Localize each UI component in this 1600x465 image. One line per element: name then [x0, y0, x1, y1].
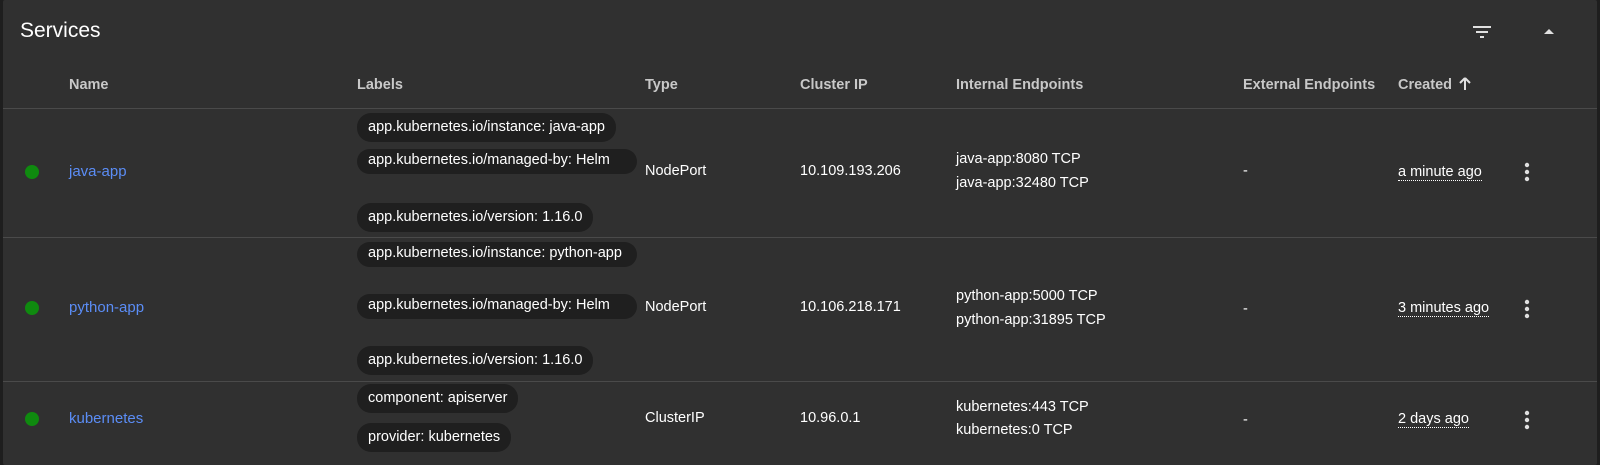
internal-endpoint: python-app:31895 TCP — [956, 312, 1106, 328]
card-title: Services — [20, 19, 101, 42]
arrow-up-icon[interactable] — [1459, 77, 1471, 95]
service-name-link[interactable]: kubernetes — [69, 410, 143, 427]
column-header-internal-endpoints: Internal Endpoints — [956, 77, 1084, 93]
label-chip: app.kubernetes.io/managed-by: Helm — [357, 294, 637, 319]
label-chip: app.kubernetes.io/version: 1.16.0 — [357, 203, 594, 232]
more-vert-icon[interactable] — [1515, 408, 1539, 432]
created-age: a minute ago — [1398, 164, 1482, 181]
service-type: ClusterIP — [645, 410, 705, 426]
card-header: Services — [3, 0, 1597, 64]
label-chip: component: apiserver — [357, 384, 519, 413]
external-endpoints: - — [1243, 412, 1248, 428]
internal-endpoint: kubernetes:0 TCP — [956, 422, 1073, 438]
cluster-ip: 10.96.0.1 — [800, 410, 861, 426]
filter-icon[interactable] — [1470, 20, 1494, 44]
created-age: 3 minutes ago — [1398, 300, 1490, 317]
internal-endpoint: java-app:8080 TCP — [956, 151, 1081, 167]
column-header-external-endpoints: External Endpoints — [1243, 77, 1376, 93]
label-chip: app.kubernetes.io/managed-by: Helm — [357, 149, 637, 174]
table-header-row: Name Labels Type Cluster IP Internal End… — [3, 64, 1597, 109]
service-type: NodePort — [645, 299, 707, 315]
external-endpoints: - — [1243, 301, 1248, 317]
status-ok-icon — [25, 412, 39, 426]
label-chip: provider: kubernetes — [357, 423, 512, 452]
label-chip: app.kubernetes.io/instance: java-app — [357, 113, 616, 142]
status-ok-icon — [25, 301, 39, 315]
column-header-type: Type — [645, 77, 678, 93]
table-row: java-app app.kubernetes.io/instance: jav… — [3, 109, 1597, 238]
created-age: 2 days ago — [1398, 411, 1469, 428]
internal-endpoint: python-app:5000 TCP — [956, 288, 1098, 304]
label-chip: app.kubernetes.io/instance: python-app — [357, 242, 637, 267]
cluster-ip: 10.109.193.206 — [800, 163, 901, 179]
column-header-labels: Labels — [357, 77, 403, 93]
cluster-ip: 10.106.218.171 — [800, 299, 901, 315]
column-header-cluster-ip: Cluster IP — [800, 77, 868, 93]
service-name-link[interactable]: java-app — [69, 163, 127, 180]
service-type: NodePort — [645, 163, 707, 179]
table-row: python-app app.kubernetes.io/instance: p… — [3, 238, 1597, 382]
label-chip: app.kubernetes.io/version: 1.16.0 — [357, 346, 594, 375]
chevron-up-icon[interactable] — [1537, 20, 1561, 44]
internal-endpoint: java-app:32480 TCP — [956, 175, 1089, 191]
status-ok-icon — [25, 165, 39, 179]
more-vert-icon[interactable] — [1515, 160, 1539, 184]
table-row: kubernetes component: apiserver provider… — [3, 382, 1597, 465]
service-name-link[interactable]: python-app — [69, 299, 144, 316]
column-header-created-label: Created — [1398, 77, 1452, 93]
external-endpoints: - — [1243, 163, 1248, 179]
column-header-created[interactable]: Created — [1398, 77, 1471, 95]
more-vert-icon[interactable] — [1515, 297, 1539, 321]
internal-endpoint: kubernetes:443 TCP — [956, 399, 1089, 415]
services-card: Services Name Labels Type Cluster IP Int… — [3, 0, 1597, 465]
column-header-name[interactable]: Name — [69, 77, 109, 93]
